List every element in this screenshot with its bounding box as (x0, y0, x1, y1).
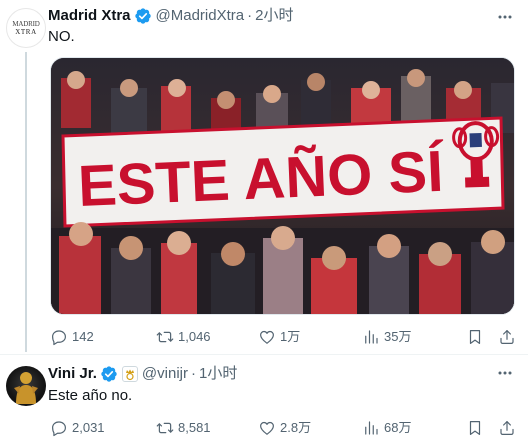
tweet-header: Vini Jr. @vinijr · 1小时 (48, 364, 237, 384)
bookmark-icon (469, 330, 481, 344)
share-icon (500, 421, 514, 435)
reply-button[interactable]: 142 (50, 327, 94, 347)
avatar-figure-icon (14, 372, 38, 404)
avatar[interactable]: MADRID XTRA (6, 8, 46, 48)
views-button[interactable]: 35万 (362, 327, 411, 347)
views-button[interactable]: 68万 (362, 418, 411, 438)
verified-badge-icon[interactable] (100, 365, 118, 383)
tweet-vini-jr[interactable]: Vini Jr. @vinijr · 1小时 Este año no. 2,03… (0, 356, 528, 442)
retweet-button[interactable]: 1,046 (156, 327, 211, 347)
separator-dot: · (190, 365, 196, 382)
tweet-header: Madrid Xtra @MadridXtra · 2小时 (48, 6, 293, 26)
views-chart-icon (365, 421, 378, 435)
more-icon[interactable] (496, 364, 514, 382)
retweet-count: 8,581 (178, 420, 211, 435)
avatar-logo-line2: XTRA (15, 28, 37, 36)
crowd-photo: ESTE AÑO SÍ (51, 58, 514, 314)
avatar[interactable] (6, 366, 46, 406)
author-name[interactable]: Vini Jr. (48, 364, 97, 384)
like-count: 1万 (280, 329, 301, 344)
divider (0, 354, 528, 355)
reply-icon (52, 330, 66, 346)
lower-crowd (51, 222, 514, 314)
reply-icon (52, 421, 66, 437)
views-chart-icon (365, 330, 378, 344)
more-icon[interactable] (496, 8, 514, 26)
action-bar: 2,031 8,581 2.8万 68万 (48, 418, 518, 438)
retweet-icon (156, 422, 174, 434)
view-count: 35万 (384, 329, 412, 344)
bookmark-icon (469, 421, 481, 435)
share-button[interactable] (498, 418, 516, 438)
share-button[interactable] (498, 327, 516, 347)
affiliate-badge-icon[interactable] (121, 366, 138, 382)
timestamp[interactable]: 1小时 (199, 364, 237, 384)
retweet-icon (156, 331, 174, 343)
reply-count: 2,031 (72, 420, 105, 435)
banner: ESTE AÑO SÍ (61, 116, 505, 228)
retweet-count: 1,046 (178, 329, 211, 344)
view-count: 68万 (384, 420, 412, 435)
like-button[interactable]: 1万 (258, 327, 300, 347)
author-handle[interactable]: @vinijr (142, 364, 188, 384)
author-name[interactable]: Madrid Xtra (48, 6, 131, 26)
author-handle[interactable]: @MadridXtra (156, 6, 245, 26)
tweet-text: Este año no. (48, 387, 133, 404)
reply-count: 142 (72, 329, 94, 344)
verified-badge-icon[interactable] (134, 7, 152, 25)
heart-icon (260, 421, 274, 435)
separator-dot: · (247, 7, 253, 24)
heart-icon (260, 330, 274, 344)
share-icon (500, 330, 514, 344)
tweet-madrid-xtra[interactable]: MADRID XTRA Madrid Xtra @MadridXtra · 2小… (0, 0, 528, 352)
like-count: 2.8万 (280, 420, 312, 435)
retweet-button[interactable]: 8,581 (156, 418, 211, 438)
bookmark-button[interactable] (466, 418, 484, 438)
bookmark-button[interactable] (466, 327, 484, 347)
thread-line (25, 52, 27, 352)
tweet-text: NO. (48, 28, 75, 45)
timestamp[interactable]: 2小时 (255, 6, 293, 26)
tweet-photo[interactable]: ESTE AÑO SÍ (50, 57, 515, 315)
like-button[interactable]: 2.8万 (258, 418, 311, 438)
avatar-logo-line1: MADRID (12, 20, 40, 28)
action-bar: 142 1,046 1万 35万 (48, 327, 518, 347)
reply-button[interactable]: 2,031 (50, 418, 105, 438)
